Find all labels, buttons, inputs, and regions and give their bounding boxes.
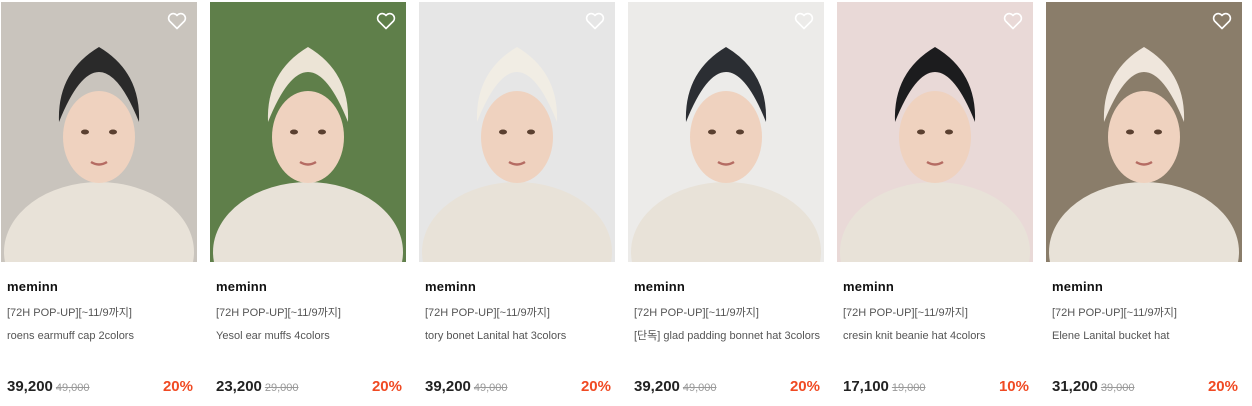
product-card[interactable]: meminn [72H POP-UP][~11/9까지] roens earmu… xyxy=(1,0,197,406)
sale-price: 17,100 19,000 xyxy=(843,378,926,395)
promo-tag: [72H POP-UP][~11/9까지] xyxy=(634,307,759,319)
promo-tag: [72H POP-UP][~11/9까지] xyxy=(425,307,550,319)
promo-tag: [72H POP-UP][~11/9까지] xyxy=(1052,307,1177,319)
discount-rate: 20% xyxy=(162,378,193,395)
brand-name[interactable]: meminn xyxy=(7,279,58,294)
original-price: 49,000 xyxy=(55,382,90,394)
product-card[interactable]: meminn [72H POP-UP][~11/9까지] Yesol ear m… xyxy=(210,0,406,406)
product-image[interactable] xyxy=(837,2,1033,262)
brand-name[interactable]: meminn xyxy=(216,279,267,294)
product-card[interactable]: meminn [72H POP-UP][~11/9까지] [단독] glad p… xyxy=(628,0,824,406)
brand-name[interactable]: meminn xyxy=(425,279,476,294)
original-price: 19,000 xyxy=(891,382,926,394)
heart-outline-icon[interactable] xyxy=(585,12,605,30)
original-price: 29,000 xyxy=(264,382,299,394)
product-card[interactable]: meminn [72H POP-UP][~11/9까지] tory bonet … xyxy=(419,0,615,406)
promo-tag: [72H POP-UP][~11/9까지] xyxy=(843,307,968,319)
sale-price: 39,200 49,000 xyxy=(425,378,508,395)
sale-price: 39,200 49,000 xyxy=(7,378,90,395)
heart-outline-icon[interactable] xyxy=(1003,12,1023,30)
heart-outline-icon[interactable] xyxy=(1212,12,1232,30)
discount-rate: 10% xyxy=(998,378,1029,395)
product-card[interactable]: meminn [72H POP-UP][~11/9까지] Elene Lanit… xyxy=(1046,0,1242,406)
discount-rate: 20% xyxy=(580,378,611,395)
product-image[interactable] xyxy=(210,2,406,262)
original-price: 49,000 xyxy=(473,382,508,394)
product-name[interactable]: roens earmuff cap 2colors xyxy=(7,328,193,344)
promo-tag: [72H POP-UP][~11/9까지] xyxy=(7,307,132,319)
product-grid: meminn [72H POP-UP][~11/9까지] roens earmu… xyxy=(0,0,1252,406)
sale-price: 31,200 39,000 xyxy=(1052,378,1135,395)
promo-tag: [72H POP-UP][~11/9까지] xyxy=(216,307,341,319)
product-image[interactable] xyxy=(1,2,197,262)
product-image[interactable] xyxy=(628,2,824,262)
product-name[interactable]: [단독] glad padding bonnet hat 3colors xyxy=(634,328,820,344)
product-card[interactable]: meminn [72H POP-UP][~11/9까지] cresin knit… xyxy=(837,0,1033,406)
product-name[interactable]: cresin knit beanie hat 4colors xyxy=(843,328,1029,344)
brand-name[interactable]: meminn xyxy=(843,279,894,294)
heart-outline-icon[interactable] xyxy=(167,12,187,30)
heart-outline-icon[interactable] xyxy=(794,12,814,30)
discount-rate: 20% xyxy=(1207,378,1238,395)
discount-rate: 20% xyxy=(371,378,402,395)
heart-outline-icon[interactable] xyxy=(376,12,396,30)
brand-name[interactable]: meminn xyxy=(634,279,685,294)
original-price: 39,000 xyxy=(1100,382,1135,394)
product-name[interactable]: Yesol ear muffs 4colors xyxy=(216,328,402,344)
product-image[interactable] xyxy=(419,2,615,262)
product-name[interactable]: Elene Lanital bucket hat xyxy=(1052,328,1238,344)
original-price: 49,000 xyxy=(682,382,717,394)
product-image[interactable] xyxy=(1046,2,1242,262)
discount-rate: 20% xyxy=(789,378,820,395)
brand-name[interactable]: meminn xyxy=(1052,279,1103,294)
sale-price: 23,200 29,000 xyxy=(216,378,299,395)
sale-price: 39,200 49,000 xyxy=(634,378,717,395)
product-name[interactable]: tory bonet Lanital hat 3colors xyxy=(425,328,611,344)
